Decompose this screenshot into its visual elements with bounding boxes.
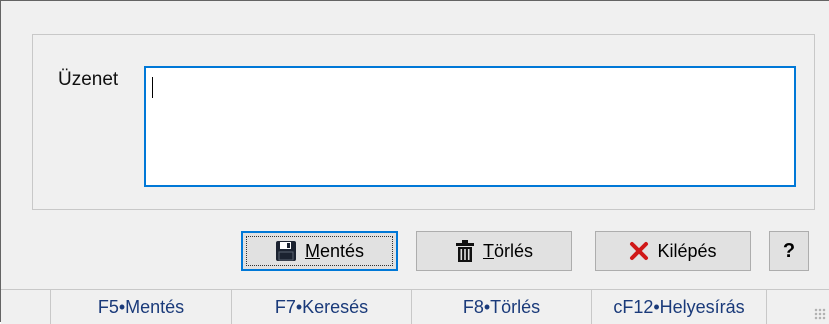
help-button-label: ? (782, 239, 796, 262)
trash-icon (455, 239, 475, 263)
exit-button-label: Kilépés (657, 240, 717, 261)
red-x-icon (629, 241, 649, 261)
delete-button[interactable]: Törlés (416, 231, 572, 271)
message-textarea[interactable] (144, 66, 796, 187)
text-caret (152, 77, 153, 98)
fkey-delete[interactable]: F8•Törlés (412, 290, 592, 324)
resize-grip-icon[interactable] (814, 308, 826, 320)
dialog-window: Üzenet Mentés Törlés Kilépés ? F5•Mentés… (0, 0, 829, 324)
fkey-save[interactable]: F5•Mentés (51, 290, 232, 324)
fkey-search[interactable]: F7•Keresés (232, 290, 412, 324)
help-button[interactable]: ? (769, 231, 809, 271)
delete-button-label: Törlés (482, 240, 533, 261)
fkey-spellcheck[interactable]: cF12•Helyesírás (592, 290, 767, 324)
function-key-bar: F5•Mentés F7•Keresés F8•Törlés cF12•Hely… (1, 289, 829, 324)
save-button[interactable]: Mentés (241, 231, 398, 271)
save-button-label: Mentés (304, 240, 365, 261)
function-key-bar-lead-cell (1, 290, 51, 324)
exit-button[interactable]: Kilépés (595, 231, 751, 271)
message-label: Üzenet (58, 69, 119, 90)
floppy-disk-icon (275, 240, 297, 262)
